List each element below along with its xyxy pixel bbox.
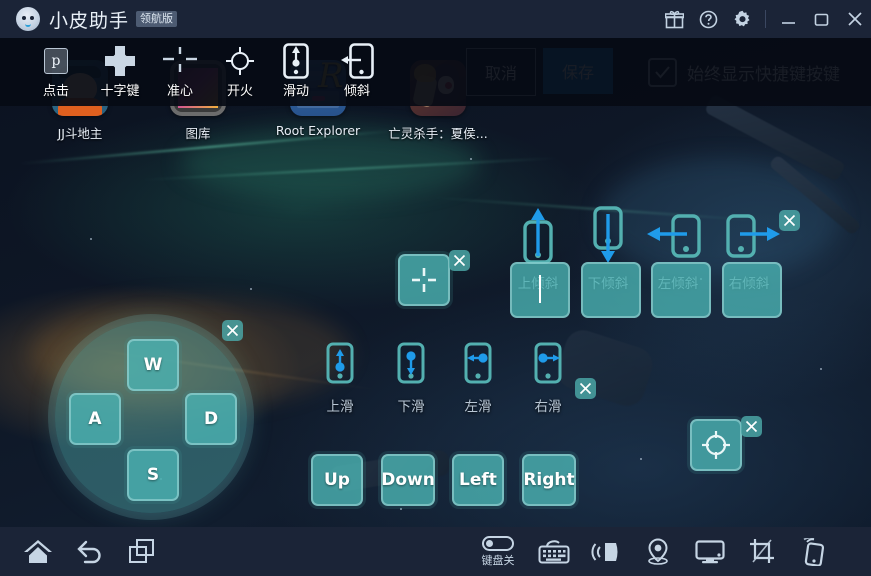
tool-tilt-label: 倾斜	[343, 84, 370, 99]
app-title: 小皮助手	[49, 9, 130, 32]
emulator-screen[interactable]: JJ斗地主 图库 R Root Explorer 亡灵杀手：夏侯... W A …	[0, 38, 871, 527]
tool-crosshair-label: 准心	[166, 84, 193, 99]
swipe-down-label: 下滑	[397, 399, 425, 415]
recent-apps-icon[interactable]	[116, 527, 168, 576]
desktop-icon-label: Root Explorer	[275, 123, 361, 138]
desktop-icon-label: 亡灵杀手：夏侯...	[388, 126, 488, 141]
tilt-left-key-input[interactable]	[651, 262, 711, 318]
title-bar-controls	[657, 0, 871, 38]
tool-dpad[interactable]: 十字键	[88, 44, 152, 99]
tool-tap-label: 点击	[42, 84, 69, 99]
location-icon[interactable]	[632, 527, 684, 576]
swipe-down-key[interactable]: Down	[381, 454, 435, 506]
tap-key-icon: p	[24, 44, 88, 78]
dpad-close-icon[interactable]	[222, 320, 243, 341]
tool-swipe[interactable]: 滑动	[264, 43, 328, 99]
dpad-key-left[interactable]: A	[69, 393, 121, 445]
screenshot-icon[interactable]	[736, 527, 788, 576]
tilt-down-icon	[593, 206, 623, 263]
tilt-right-icon	[726, 214, 780, 258]
swipe-up-icon	[326, 342, 354, 384]
keymapping-editor-toolbar: p 点击 十字键 准心 开火 滑动 倾斜	[0, 38, 871, 106]
swipe-group-close-icon[interactable]	[575, 378, 596, 399]
emulator-window: 小皮助手 领航版 JJ斗地主 图库 Root Explorer 亡灵杀手：夏侯.…	[0, 0, 871, 576]
swipe-right-label: 右滑	[534, 399, 562, 415]
bottom-toolbar: 键盘关	[0, 527, 871, 576]
swipe-up-control[interactable]: 上滑	[307, 341, 373, 415]
dpad-key-right[interactable]: D	[185, 393, 237, 445]
swipe-up-key[interactable]: Up	[311, 454, 363, 506]
swipe-left-control[interactable]: 左滑	[445, 341, 511, 415]
dpad-control[interactable]: W A D S	[55, 321, 247, 513]
gear-icon[interactable]	[725, 0, 759, 38]
maximize-button[interactable]	[805, 0, 838, 38]
divider	[765, 10, 766, 28]
tilt-icon	[325, 43, 389, 79]
display-icon[interactable]	[684, 527, 736, 576]
close-button[interactable]	[838, 0, 871, 38]
swipe-left-icon	[464, 342, 492, 384]
dpad-key-down[interactable]: S	[127, 449, 179, 501]
dpad-key-up[interactable]: W	[127, 339, 179, 391]
tilt-up-key-input[interactable]	[510, 262, 570, 318]
tilt-left-icon	[647, 214, 701, 258]
tilt-right-key-input[interactable]	[722, 262, 782, 318]
keyboard-toggle-label: 键盘关	[481, 553, 515, 567]
tool-tilt[interactable]: 倾斜	[325, 43, 389, 99]
volume-icon[interactable]	[580, 527, 632, 576]
home-icon[interactable]	[12, 527, 64, 576]
desktop-icon-label: JJ斗地主	[57, 126, 103, 141]
tool-dpad-label: 十字键	[100, 84, 140, 99]
swipe-up-label: 上滑	[326, 399, 354, 415]
help-icon[interactable]	[691, 0, 725, 38]
crosshair-icon	[148, 44, 212, 78]
back-icon[interactable]	[64, 527, 116, 576]
tool-fire[interactable]: 开火	[208, 44, 272, 99]
edition-badge: 领航版	[136, 11, 178, 27]
swipe-left-key[interactable]: Left	[452, 454, 504, 506]
fire-target-icon	[702, 431, 730, 459]
minimize-button[interactable]	[772, 0, 805, 38]
shake-icon[interactable]	[788, 527, 840, 576]
swipe-right-icon	[534, 342, 562, 384]
swipe-right-control[interactable]: 右滑	[515, 341, 581, 415]
fire-overlay-element[interactable]	[690, 419, 742, 471]
toggle-switch[interactable]	[482, 535, 514, 551]
dpad-icon	[88, 44, 152, 78]
swipe-down-control[interactable]: 下滑	[378, 341, 444, 415]
keyboard-icon[interactable]	[528, 527, 580, 576]
app-logo-icon	[16, 7, 40, 31]
tool-tap[interactable]: p 点击	[24, 44, 88, 99]
fire-icon	[208, 44, 272, 78]
crosshair-icon	[412, 268, 436, 292]
desktop-icon-label: 图库	[185, 126, 211, 141]
swipe-right-key[interactable]: Right	[522, 454, 576, 506]
crosshair-close-icon[interactable]	[449, 250, 470, 271]
gift-icon[interactable]	[657, 0, 691, 38]
fire-close-icon[interactable]	[741, 416, 762, 437]
tool-swipe-label: 滑动	[282, 84, 309, 99]
tilt-up-icon	[523, 208, 553, 264]
swipe-icon	[264, 43, 328, 79]
text-cursor	[539, 275, 541, 303]
tilt-group-close-icon[interactable]	[779, 210, 800, 231]
swipe-left-label: 左滑	[464, 399, 492, 415]
tool-crosshair[interactable]: 准心	[148, 44, 212, 99]
tilt-down-key-input[interactable]	[581, 262, 641, 318]
tool-fire-label: 开火	[226, 84, 253, 99]
title-bar: 小皮助手 领航版	[0, 0, 871, 38]
keyboard-toggle[interactable]: 键盘关	[468, 527, 528, 576]
crosshair-overlay-element[interactable]	[398, 254, 450, 306]
swipe-down-icon	[397, 342, 425, 384]
